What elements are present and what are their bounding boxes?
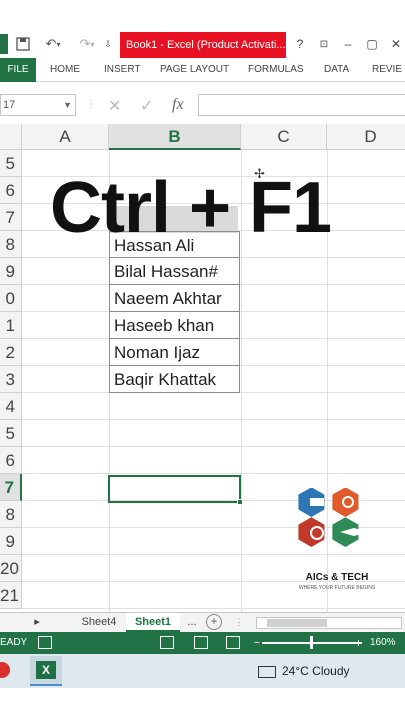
row-header[interactable]: 8 bbox=[0, 501, 22, 528]
row-gridline bbox=[22, 419, 405, 420]
name-cell[interactable]: Haseeb khan bbox=[109, 312, 240, 339]
row-header[interactable]: 2 bbox=[0, 339, 22, 366]
minimize-button[interactable]: – bbox=[340, 36, 356, 52]
windows-taskbar: X 24°C Cloudy bbox=[0, 654, 405, 688]
formula-input[interactable] bbox=[198, 94, 405, 116]
status-bar: EADY – + 160% bbox=[0, 632, 405, 654]
close-button[interactable]: ✕ bbox=[388, 36, 404, 52]
row-header[interactable]: 21 bbox=[0, 582, 22, 609]
undo-icon[interactable]: ↶ ▾ bbox=[42, 34, 64, 54]
weather-icon bbox=[258, 665, 276, 678]
macro-record-icon[interactable] bbox=[38, 636, 52, 649]
excel-app-icon bbox=[0, 34, 8, 54]
scroll-sheets-right-icon[interactable]: ▸ bbox=[30, 613, 44, 632]
column-header-d[interactable]: D bbox=[327, 124, 405, 150]
name-cell[interactable]: Noman Ijaz bbox=[109, 339, 240, 366]
customize-qat-icon[interactable]: ⇩ bbox=[102, 34, 114, 54]
scrollbar-thumb[interactable] bbox=[267, 619, 327, 627]
tab-home[interactable]: HOME bbox=[50, 58, 80, 82]
row-header[interactable]: 7 bbox=[0, 474, 22, 501]
help-icon[interactable]: ? bbox=[292, 36, 308, 52]
row-header[interactable]: 9 bbox=[0, 528, 22, 555]
cancel-icon[interactable]: ✕ bbox=[108, 96, 121, 116]
name-box-value: 17 bbox=[3, 99, 16, 111]
name-cell[interactable]: Bilal Hassan# bbox=[109, 258, 240, 285]
row-header[interactable]: 8 bbox=[0, 231, 22, 258]
row-gridline bbox=[22, 608, 405, 609]
crosshair-cursor-icon: ✢ bbox=[254, 166, 265, 181]
window-title: Book1 - Excel (Product Activati... bbox=[120, 32, 286, 58]
save-icon[interactable] bbox=[14, 34, 32, 54]
restore-button[interactable]: ▢ bbox=[364, 36, 380, 52]
logo-tagline: WHERE YOUR FUTURE BEGINS bbox=[298, 585, 376, 591]
row-header[interactable]: 3 bbox=[0, 366, 22, 393]
taskbar-excel-button[interactable]: X bbox=[30, 656, 62, 686]
name-box[interactable]: 17 ▼ bbox=[0, 94, 76, 116]
more-icon: ⋮ bbox=[86, 99, 96, 110]
horizontal-scrollbar[interactable] bbox=[256, 617, 402, 629]
chevron-down-icon[interactable]: ▼ bbox=[63, 95, 72, 115]
tab-data[interactable]: DATA bbox=[324, 58, 349, 82]
row-header[interactable]: 5 bbox=[0, 420, 22, 447]
taskbar-app-icon[interactable] bbox=[0, 662, 10, 678]
active-cell[interactable] bbox=[108, 475, 243, 505]
bottom-blank bbox=[0, 688, 405, 720]
excel-icon: X bbox=[36, 661, 56, 679]
sheet-tab-sheet4[interactable]: Sheet4 bbox=[74, 613, 124, 632]
worksheet-grid[interactable]: A B C D 5 6 7 8 9 0 1 2 3 4 5 6 7 8 9 20 21 Hassan Ali Bi… bbox=[0, 124, 405, 612]
enter-icon[interactable]: ✓ bbox=[140, 96, 153, 116]
fill-handle[interactable] bbox=[237, 499, 243, 505]
column-header-c[interactable]: C bbox=[241, 124, 327, 150]
zoom-percent[interactable]: 160% bbox=[370, 632, 396, 654]
name-cell[interactable]: Naeem Akhtar bbox=[109, 285, 240, 312]
row-header[interactable]: 9 bbox=[0, 258, 22, 285]
row-header[interactable]: 5 bbox=[0, 150, 22, 177]
shortcut-overlay-text: Ctrl + F1 bbox=[50, 168, 332, 248]
status-ready: EADY bbox=[0, 637, 28, 648]
weather-widget[interactable]: 24°C Cloudy bbox=[258, 654, 350, 688]
new-sheet-button[interactable]: + bbox=[206, 614, 222, 630]
page-break-view-icon[interactable] bbox=[226, 636, 240, 649]
page-layout-view-icon[interactable] bbox=[194, 636, 208, 649]
row-gridline bbox=[22, 446, 405, 447]
row-gridline bbox=[22, 473, 405, 474]
name-cell[interactable]: Baqir Khattak bbox=[109, 366, 240, 393]
row-header[interactable]: 1 bbox=[0, 312, 22, 339]
split-handle-icon[interactable]: ⋮ bbox=[234, 613, 244, 632]
row-header[interactable]: 6 bbox=[0, 447, 22, 474]
title-bar: ↶ ▾ ↷ ▾ ⇩ Book1 - Excel (Product Activat… bbox=[0, 30, 405, 58]
excel-window: ↶ ▾ ↷ ▾ ⇩ Book1 - Excel (Product Activat… bbox=[0, 0, 405, 720]
zoom-in-button[interactable]: + bbox=[355, 632, 362, 654]
tab-insert[interactable]: INSERT bbox=[104, 58, 141, 82]
tab-page-layout[interactable]: PAGE LAYOUT bbox=[160, 58, 229, 82]
sheet-tab-bar: ▸ Sheet4 Sheet1 ... + ⋮ bbox=[0, 612, 405, 632]
aics-tech-logo: AICs & TECH WHERE YOUR FUTURE BEGINS bbox=[296, 487, 378, 608]
column-header-a[interactable]: A bbox=[22, 124, 109, 150]
logo-name: AICs & TECH bbox=[305, 572, 369, 583]
sheet-tab-sheet1[interactable]: Sheet1 bbox=[126, 613, 180, 632]
row-header[interactable]: 6 bbox=[0, 177, 22, 204]
column-header-b[interactable]: B bbox=[109, 124, 241, 150]
zoom-slider-knob[interactable] bbox=[310, 636, 313, 649]
row-header[interactable]: 20 bbox=[0, 555, 22, 582]
formula-bar: 17 ▼ ⋮ ✕ ✓ fx bbox=[0, 90, 405, 120]
tab-review[interactable]: REVIE bbox=[372, 58, 402, 82]
tab-formulas[interactable]: FORMULAS bbox=[248, 58, 304, 82]
zoom-out-button[interactable]: – bbox=[254, 632, 260, 654]
ribbon-tabs: FILE HOME INSERT PAGE LAYOUT FORMULAS DA… bbox=[0, 58, 405, 82]
tab-file[interactable]: FILE bbox=[0, 58, 36, 82]
redo-icon[interactable]: ↷ ▾ bbox=[76, 34, 98, 54]
weather-text: 24°C Cloudy bbox=[282, 664, 350, 678]
insert-function-icon[interactable]: fx bbox=[172, 96, 184, 114]
row-header[interactable]: 0 bbox=[0, 285, 22, 312]
row-header[interactable]: 7 bbox=[0, 204, 22, 231]
ribbon-display-icon[interactable]: ⊡ bbox=[316, 36, 332, 52]
more-sheets-button[interactable]: ... bbox=[184, 613, 200, 632]
normal-view-icon[interactable] bbox=[160, 636, 174, 649]
row-header[interactable]: 4 bbox=[0, 393, 22, 420]
select-all-corner[interactable] bbox=[0, 124, 22, 150]
